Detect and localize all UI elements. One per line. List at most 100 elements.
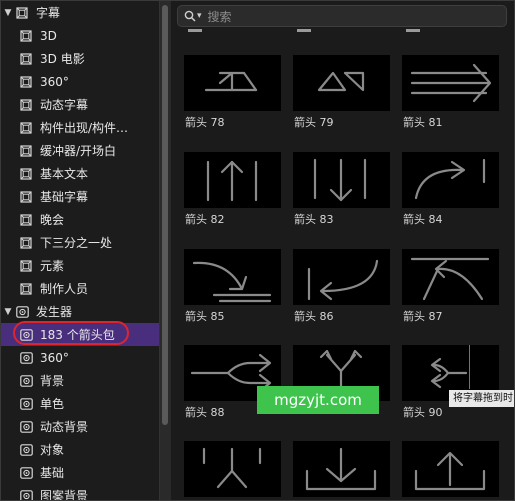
generator-thumbnail[interactable]	[184, 152, 281, 208]
sidebar-item[interactable]: 下三分之一处	[1, 231, 159, 254]
thumbnail-caption: 箭头 85	[185, 310, 225, 323]
thumbnail-caption: 箭头 79	[294, 116, 334, 129]
sidebar-item[interactable]: 动态字幕	[1, 93, 159, 116]
sidebar-item-label: 动态字幕	[40, 98, 89, 112]
browser-sidebar: ▼ 字幕 3D 3D 电影 360° 动态字幕 构件出现/构件… 缓冲器/开场白 基本文本 基础字…	[1, 1, 159, 500]
generator-icon	[19, 351, 33, 364]
down-arrow-bars-icon	[313, 158, 367, 202]
sidebar-item[interactable]: 构件出现/构件…	[1, 116, 159, 139]
sidebar-item[interactable]: 晚会	[1, 208, 159, 231]
generator-thumbnail[interactable]	[402, 152, 499, 208]
generator-thumbnail[interactable]	[184, 55, 281, 111]
title-template-icon	[19, 144, 33, 157]
drag-position-marker	[469, 345, 470, 389]
split-arrow-79-icon	[317, 71, 365, 92]
sidebar-category-label: 发生器	[36, 305, 73, 319]
drag-tooltip: 将字幕拖到时	[449, 390, 514, 407]
title-template-icon	[19, 121, 33, 134]
triple-line-right-arrow-icon	[410, 63, 492, 103]
curve-left-arrow-icon	[307, 259, 379, 301]
titles-icon	[15, 6, 29, 19]
title-template-icon	[19, 213, 33, 226]
generator-thumbnail[interactable]	[293, 441, 390, 497]
sidebar-item[interactable]: 图案背景	[1, 484, 159, 500]
sidebar-item[interactable]: 360°	[1, 346, 159, 369]
generator-icon	[19, 374, 33, 387]
sidebar-item-label: 晚会	[40, 213, 65, 227]
thumbnail-caption: 箭头 90	[403, 406, 443, 419]
sidebar-item-label: 183 个箭头包	[40, 328, 115, 342]
sidebar-item[interactable]: 背景	[1, 369, 159, 392]
generator-icon	[19, 466, 33, 479]
title-template-icon	[19, 190, 33, 203]
sidebar-item[interactable]: 单色	[1, 392, 159, 415]
sidebar-item[interactable]: 缓冲器/开场白	[1, 139, 159, 162]
generator-thumbnail[interactable]	[293, 55, 390, 111]
title-template-icon	[19, 282, 33, 295]
sidebar-item[interactable]: 基础字幕	[1, 185, 159, 208]
title-template-icon	[19, 259, 33, 272]
generators-icon	[15, 305, 29, 318]
sidebar-item[interactable]: 对象	[1, 438, 159, 461]
generator-thumbnail[interactable]	[402, 441, 499, 497]
thumbnail-caption: 箭头 83	[294, 213, 334, 226]
sidebar-category[interactable]: ▼ 发生器	[1, 300, 159, 323]
curved-right-arrow-icon	[414, 158, 486, 200]
sidebar-item[interactable]: 元素	[1, 254, 159, 277]
thumbnail-caption: 箭头 82	[185, 213, 225, 226]
sidebar-category[interactable]: ▼ 字幕	[1, 1, 159, 24]
sidebar-category-label: 字幕	[36, 6, 61, 20]
sidebar-item-label: 元素	[40, 259, 65, 273]
thumbnail-caption: 箭头 78	[185, 116, 225, 129]
search-icon[interactable]	[184, 10, 196, 22]
disclosure-triangle-icon[interactable]: ▼	[3, 8, 13, 18]
sidebar-item-label: 构件出现/构件…	[40, 121, 129, 135]
sidebar-item-label: 动态背景	[40, 420, 89, 434]
sidebar-item[interactable]: 制作人员	[1, 277, 159, 300]
disclosure-triangle-icon[interactable]: ▼	[3, 307, 13, 317]
generator-thumbnail[interactable]	[293, 249, 390, 305]
sidebar-scrollbar[interactable]	[159, 1, 171, 500]
sidebar-item-label: 360°	[40, 350, 69, 365]
generator-thumbnail[interactable]	[402, 249, 499, 305]
sidebar-item-label: 背景	[40, 374, 65, 388]
search-placeholder: 搜索	[207, 9, 232, 24]
sidebar-item[interactable]: 183 个箭头包	[1, 323, 159, 346]
sidebar-item-label: 缓冲器/开场白	[40, 144, 117, 158]
sidebar-item[interactable]: 360°	[1, 70, 159, 93]
generator-thumbnail[interactable]	[293, 152, 390, 208]
search-field[interactable]: ▾ 搜索	[177, 5, 507, 27]
thumbnail-caption: 箭头 81	[403, 116, 443, 129]
sidebar-item-label: 对象	[40, 443, 65, 457]
sidebar-item[interactable]: 基本文本	[1, 162, 159, 185]
title-template-icon	[19, 167, 33, 180]
up-out-of-tray-arrow-icon	[414, 451, 486, 491]
sidebar-item[interactable]: 动态背景	[1, 415, 159, 438]
sidebar-item-label: 单色	[40, 397, 65, 411]
sidebar-item-label: 图案背景	[40, 489, 89, 500]
generator-icon	[19, 397, 33, 410]
sidebar-scrollbar-thumb[interactable]	[162, 5, 168, 425]
sidebar-item[interactable]: 基础	[1, 461, 159, 484]
cropped-caption	[406, 29, 420, 32]
sidebar-item-label: 基础字幕	[40, 190, 89, 204]
thumbnail-browser: ▾ 搜索 箭头 78 箭头 79 箭头 81 箭头 82 箭头 83 箭头 84 箭头 85…	[171, 1, 514, 500]
title-template-icon	[19, 52, 33, 65]
sidebar-item-label: 360°	[40, 74, 69, 89]
generator-icon	[19, 443, 33, 456]
generator-thumbnail[interactable]	[184, 441, 281, 497]
thumbnail-caption: 箭头 88	[185, 406, 225, 419]
fork-down-arrow-icon	[202, 447, 262, 489]
generator-thumbnail[interactable]	[184, 249, 281, 305]
sidebar-item[interactable]: 3D	[1, 24, 159, 47]
title-template-icon	[19, 29, 33, 42]
split-arrow-78-icon	[204, 71, 258, 92]
window: ▼ 字幕 3D 3D 电影 360° 动态字幕 构件出现/构件… 缓冲器/开场白 基本文本 基础字…	[0, 0, 515, 501]
chevron-down-icon[interactable]: ▾	[197, 11, 202, 21]
sidebar-item[interactable]: 3D 电影	[1, 47, 159, 70]
title-template-icon	[19, 75, 33, 88]
title-template-icon	[19, 98, 33, 111]
generator-thumbnail[interactable]	[402, 55, 499, 111]
down-into-tray-arrow-icon	[305, 447, 377, 491]
curve-down-right-arrow-icon	[192, 261, 272, 303]
